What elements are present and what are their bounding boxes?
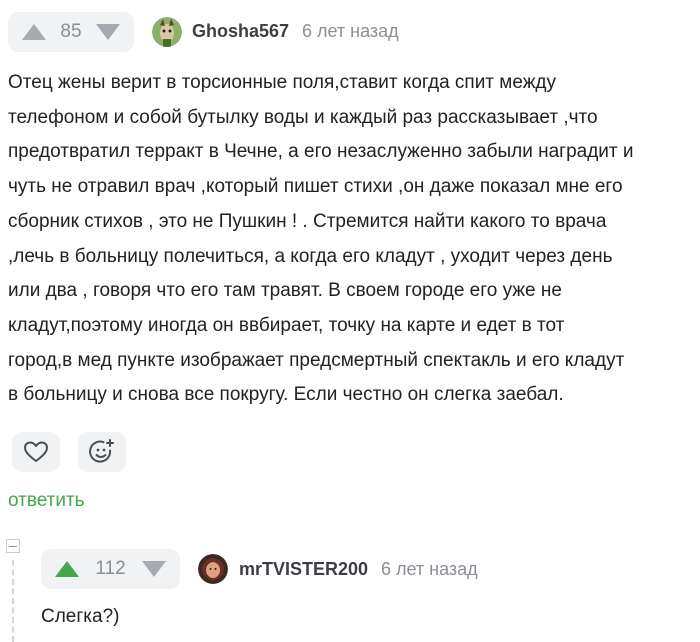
reply-link[interactable]: ответить xyxy=(8,490,85,512)
reply-vote-pill: 112 xyxy=(41,549,180,589)
avatar-image xyxy=(198,554,228,584)
comment-line: кладут,поэтому иногда он ввбирает, точку… xyxy=(8,314,565,336)
comment-line: телефоном и собой бутылку воды и каждый … xyxy=(8,106,598,128)
comment-line: в больницу и снова все покругу. Если чес… xyxy=(8,384,564,406)
comment-timestamp[interactable]: 6 лет назад xyxy=(302,21,399,42)
comment-line: город,в мед пункте изображает предсмертн… xyxy=(8,349,625,371)
add-reaction-button[interactable] xyxy=(78,432,126,472)
comment-vote-pill: 85 xyxy=(8,12,134,52)
reply-rating: 112 xyxy=(95,558,126,579)
comment-line: или два , говоря что его там травят. В с… xyxy=(8,280,562,302)
thread-line[interactable] xyxy=(12,560,14,642)
comment-line: предотвратил терракт в Чечне, а его неза… xyxy=(8,141,634,163)
comment-body: Отец жены верит в торсионные поля,ставит… xyxy=(8,66,694,413)
comment-line: Отец жены верит в торсионные поля,ставит… xyxy=(8,72,557,93)
smile-plus-icon xyxy=(89,439,114,463)
comment-line: сборник стихов , это не Пушкин ! . Стрем… xyxy=(8,210,607,232)
heart-icon xyxy=(24,441,48,462)
reply-body: Слегка?) xyxy=(41,606,120,627)
comment-line: чуть не отравил врач ,который пишет стих… xyxy=(8,176,623,198)
collapse-thread-minus-icon[interactable] xyxy=(6,539,20,553)
comment-line: ,лечь в больницу полечиться, а когда его… xyxy=(8,245,613,267)
downvote-arrow-down-icon[interactable] xyxy=(141,561,166,577)
like-button[interactable] xyxy=(12,432,60,472)
downvote-arrow-down-icon[interactable] xyxy=(95,24,120,40)
comment-rating: 85 xyxy=(60,21,82,42)
avatar[interactable] xyxy=(198,554,228,584)
reply-timestamp[interactable]: 6 лет назад xyxy=(381,559,478,580)
comment-author[interactable]: Ghosha567 xyxy=(192,21,289,42)
avatar-image xyxy=(152,17,182,47)
upvote-arrow-up-icon[interactable] xyxy=(22,24,46,40)
reply-author[interactable]: mrTVISTER200 xyxy=(239,559,368,580)
upvote-arrow-up-icon[interactable] xyxy=(55,561,79,577)
avatar[interactable] xyxy=(152,17,182,47)
